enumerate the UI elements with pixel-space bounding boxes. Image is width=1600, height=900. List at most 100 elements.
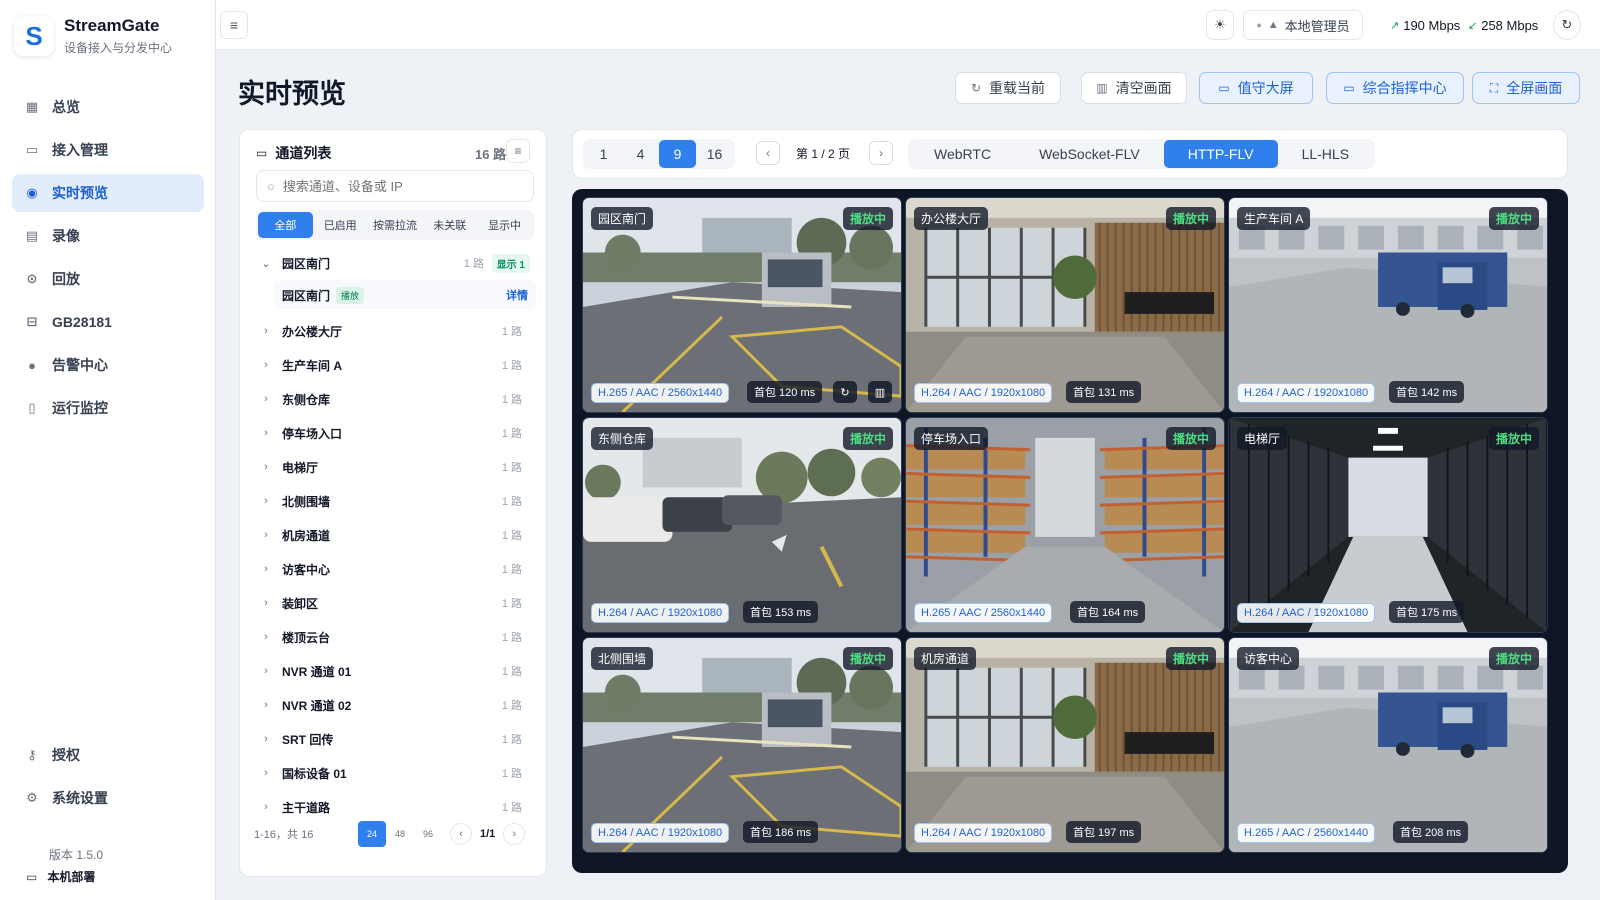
filter-tab-enabled[interactable]: 已启用	[313, 212, 368, 238]
protocol-webrtc[interactable]: WebRTC	[910, 140, 1015, 168]
channel-group-name: 园区南门	[282, 256, 331, 271]
video-tile[interactable]: 机房通道 播放中 H.264 / AAC / 1920x1080 首包 197 ms	[905, 637, 1225, 853]
channel-search-input[interactable]	[282, 178, 513, 194]
sidebar-item-gb28181[interactable]: ⊟ GB28181	[12, 303, 204, 341]
refresh-icon: ↻	[840, 386, 850, 399]
channel-group[interactable]: › 北侧围墙 1 路	[254, 484, 536, 518]
channel-detail-link[interactable]: 详情	[506, 287, 528, 303]
video-tile[interactable]: 园区南门 播放中 H.265 / AAC / 2560x1440 首包 120 ms ↻…	[582, 197, 902, 413]
reload-current-button[interactable]: ↻ 重载当前	[955, 72, 1061, 104]
grid-option-16[interactable]: 16	[696, 140, 733, 168]
sidebar-item-access[interactable]: ▭ 接入管理	[12, 131, 204, 169]
filter-tab-all[interactable]: 全部	[258, 212, 313, 238]
channel-group[interactable]: › 主干道路 1 路	[254, 790, 536, 824]
pager-prev-button[interactable]: ‹	[450, 823, 472, 845]
action-label: 综合指挥中心	[1362, 80, 1447, 96]
filter-tab-displaying[interactable]: 显示中	[477, 212, 532, 238]
channel-tree: ⌄ 园区南门 1 路 显示 1 园区南门 播放 详情 › 办公楼大厅 1 路 › 生产车…	[254, 246, 536, 824]
video-prev-page-button[interactable]: ‹	[756, 141, 780, 165]
grid-option-9[interactable]: 9	[659, 140, 696, 168]
video-tile[interactable]: 北侧围墙 播放中 H.264 / AAC / 1920x1080 首包 186 ms	[582, 637, 902, 853]
filter-tab-on-demand[interactable]: 按需拉流	[368, 212, 423, 238]
channel-group[interactable]: › 国标设备 01 1 路	[254, 756, 536, 790]
grid-option-4[interactable]: 4	[622, 140, 659, 168]
channel-group[interactable]: › 楼顶云台 1 路	[254, 620, 536, 654]
filter-tab-unlinked[interactable]: 未关联	[422, 212, 477, 238]
channel-group[interactable]: › 装卸区 1 路	[254, 586, 536, 620]
channel-group[interactable]: › 停车场入口 1 路	[254, 416, 536, 450]
channel-group[interactable]: › 电梯厅 1 路	[254, 450, 536, 484]
tile-channel-name: 生产车间 A	[1237, 207, 1311, 230]
grid-option-1[interactable]: 1	[585, 140, 622, 168]
fullscreen-button[interactable]: ⛶ 全屏画面	[1472, 72, 1580, 104]
menu-toggle-button[interactable]: ≡	[220, 11, 248, 39]
video-tile[interactable]: 东侧仓库 播放中 H.264 / AAC / 1920x1080 首包 153 ms	[582, 417, 902, 633]
channel-group[interactable]: › 机房通道 1 路	[254, 518, 536, 552]
tile-codec-badge: H.265 / AAC / 2560x1440	[1237, 823, 1376, 843]
sidebar-item-live-preview[interactable]: ◉ 实时预览	[12, 174, 204, 212]
channel-group-expanded[interactable]: ⌄ 园区南门 1 路 显示 1	[254, 246, 536, 280]
video-next-page-button[interactable]: ›	[869, 141, 893, 165]
protocol-websocket-flv[interactable]: WebSocket-FLV	[1015, 140, 1164, 168]
sidebar-item-label: 系统设置	[52, 790, 108, 806]
clear-screen-button[interactable]: ▥ 清空画面	[1081, 72, 1187, 104]
tile-status-badge: 播放中	[1165, 427, 1216, 450]
protocol-ll-hls[interactable]: LL-HLS	[1278, 140, 1373, 168]
duty-screen-button[interactable]: ▭ 值守大屏	[1199, 72, 1313, 104]
page-size-option[interactable]: 48	[386, 821, 414, 847]
channel-group-count: 1 路	[501, 462, 522, 474]
replay-icon: ⊙	[26, 271, 38, 286]
channel-group-name: 主干道路	[282, 800, 331, 815]
pager-next-button[interactable]: ›	[503, 823, 526, 845]
sidebar-item-alerts[interactable]: ● 告警中心	[12, 346, 204, 384]
sidebar-item-monitoring[interactable]: ▯ 运行监控	[12, 389, 204, 427]
video-tile[interactable]: 生产车间 A 播放中 H.264 / AAC / 1920x1080 首包 142 m…	[1228, 197, 1548, 413]
playing-tag: 播放	[336, 286, 365, 304]
camera-feed	[583, 638, 901, 852]
play-circle-icon: ◉	[26, 185, 38, 200]
tile-reload-button[interactable]: ↻	[833, 381, 857, 403]
alert-icon: ●	[28, 357, 36, 373]
channel-group-count: 1 路	[501, 802, 522, 814]
page-size-option[interactable]: 24	[358, 821, 386, 847]
tile-channel-name: 机房通道	[914, 647, 977, 670]
sidebar-item-recording[interactable]: ▤ 录像	[12, 217, 204, 255]
user-icon: ▲	[1267, 19, 1279, 31]
video-tile[interactable]: 办公楼大厅 播放中 H.264 / AAC / 1920x1080 首包 131 ms	[905, 197, 1225, 413]
channel-group-name: NVR 通道 02	[282, 698, 352, 713]
channel-group[interactable]: › 东侧仓库 1 路	[254, 382, 536, 416]
tile-codec-badge: H.265 / AAC / 2560x1440	[914, 603, 1053, 623]
upload-rate: ↗ 190 Mbps	[1390, 10, 1460, 40]
channel-group[interactable]: › 访客中心 1 路	[254, 552, 536, 586]
channel-group-count: 1 路	[501, 666, 522, 678]
camera-feed	[1229, 198, 1547, 412]
computer-icon: ▭	[26, 869, 38, 884]
sidebar-item-overview[interactable]: ▦ 总览	[12, 88, 204, 126]
refresh-button[interactable]: ↻	[1553, 10, 1581, 40]
video-tile[interactable]: 电梯厅 播放中 H.264 / AAC / 1920x1080 首包 175 ms	[1228, 417, 1548, 633]
video-tile[interactable]: 停车场入口 播放中 H.265 / AAC / 2560x1440 首包 164 ms	[905, 417, 1225, 633]
sidebar-item-license[interactable]: ⚷ 授权	[12, 736, 204, 774]
page-size-option[interactable]: 96	[414, 821, 442, 847]
sidebar-item-playback[interactable]: ⊙ 回放	[12, 260, 204, 298]
sidebar-item-settings[interactable]: ⚙ 系统设置	[12, 779, 204, 817]
channel-group[interactable]: › 生产车间 A 1 路	[254, 348, 536, 382]
trash-icon: ▥	[874, 386, 886, 399]
channel-group-name: 电梯厅	[282, 460, 319, 475]
protocol-http-flv[interactable]: HTTP-FLV	[1163, 140, 1278, 168]
command-center-button[interactable]: ▭ 综合指挥中心	[1326, 72, 1464, 104]
arrow-down-icon: ↙	[1468, 19, 1478, 32]
channel-group[interactable]: › NVR 通道 02 1 路	[254, 688, 536, 722]
channel-group[interactable]: › NVR 通道 01 1 路	[254, 654, 536, 688]
channel-group[interactable]: › SRT 回传 1 路	[254, 722, 536, 756]
channel-item[interactable]: 园区南门 播放 详情	[274, 280, 536, 310]
theme-toggle-button[interactable]: ☀	[1206, 10, 1234, 40]
video-tile[interactable]: 访客中心 播放中 H.265 / AAC / 2560x1440 首包 208 ms	[1228, 637, 1548, 853]
channel-list-menu-button[interactable]: ≡	[506, 139, 530, 163]
channel-group[interactable]: › 办公楼大厅 1 路	[254, 314, 536, 348]
tile-close-button[interactable]: ▥	[868, 381, 892, 403]
user-menu-button[interactable]: ● ▲ 本地管理员	[1243, 10, 1363, 40]
brand-subtitle: 设备接入与分发中心	[64, 41, 173, 55]
grid-layout-options: 1 4 9 16	[583, 139, 735, 169]
channel-group-count: 1 路	[501, 496, 522, 508]
